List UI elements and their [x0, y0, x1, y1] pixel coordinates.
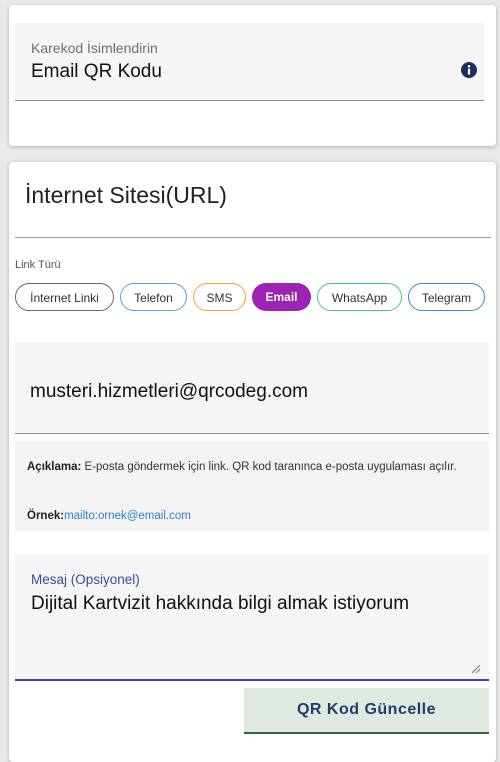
- qr-name-label: Karekod İsimlendirin: [31, 40, 158, 56]
- info-icon[interactable]: [461, 62, 477, 78]
- url-section-header: İnternet Sitesi(URL): [15, 162, 491, 238]
- resize-handle-icon[interactable]: [471, 660, 481, 674]
- description-label: Açıklama:: [27, 461, 82, 473]
- qr-name-card: Karekod İsimlendirin Email QR Kodu: [9, 5, 496, 146]
- message-value[interactable]: Dijital Kartvizit hakkında bilgi almak i…: [31, 593, 409, 615]
- link-type-label: Link Türü: [15, 259, 61, 271]
- link-settings-card: İnternet Sitesi(URL) Link Türü İnternet …: [9, 162, 496, 762]
- description-text: Açıklama: E-posta göndermek için link. Q…: [27, 457, 482, 477]
- url-section-title: İnternet Sitesi(URL): [25, 182, 227, 208]
- chip-internet-link[interactable]: İnternet Linki: [15, 283, 114, 311]
- message-label: Mesaj (Opsiyonel): [31, 572, 140, 587]
- message-textarea[interactable]: Mesaj (Opsiyonel) Dijital Kartvizit hakk…: [15, 555, 489, 681]
- chip-email[interactable]: Email: [252, 283, 311, 311]
- chip-telefon[interactable]: Telefon: [120, 283, 187, 311]
- chip-sms[interactable]: SMS: [193, 283, 246, 311]
- description-body: E-posta göndermek için link. QR kod tara…: [81, 461, 457, 473]
- update-qr-button[interactable]: QR Kod Güncelle: [244, 688, 489, 734]
- example-label: Örnek:: [27, 510, 65, 522]
- email-value[interactable]: musteri.hizmetleri@qrcodeg.com: [30, 381, 308, 403]
- description-box: Açıklama: E-posta göndermek için link. Q…: [15, 441, 489, 531]
- chip-telegram[interactable]: Telegram: [408, 283, 485, 311]
- chip-whatsapp[interactable]: WhatsApp: [317, 283, 402, 311]
- qr-name-field[interactable]: Karekod İsimlendirin Email QR Kodu: [15, 23, 484, 101]
- email-input[interactable]: musteri.hizmetleri@qrcodeg.com: [15, 342, 489, 434]
- example-line: Örnek:mailto:ornek@email.com: [27, 510, 191, 522]
- qr-name-value[interactable]: Email QR Kodu: [31, 61, 162, 83]
- example-link[interactable]: mailto:ornek@email.com: [64, 510, 191, 522]
